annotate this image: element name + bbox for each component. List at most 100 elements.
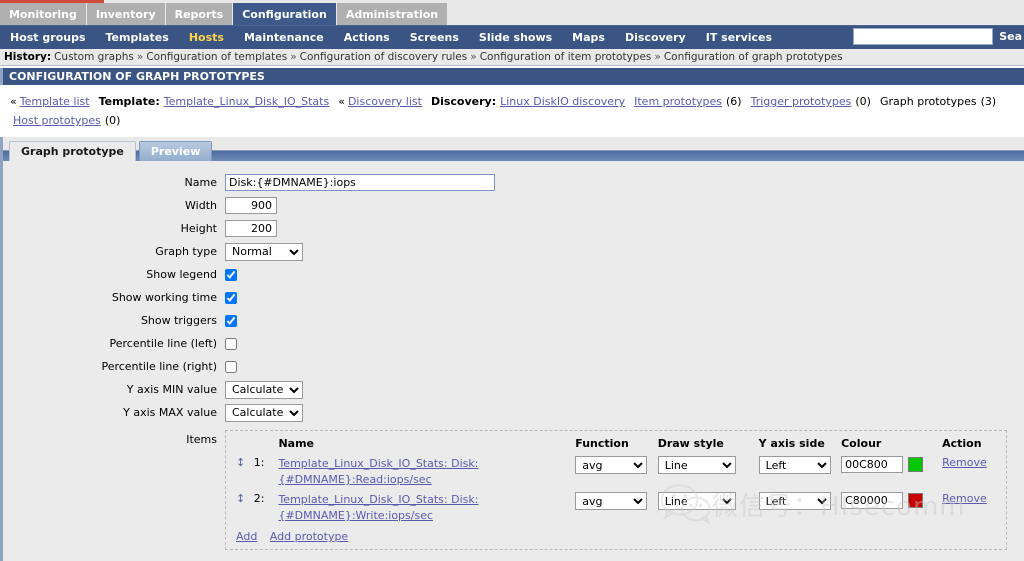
- show-working-time-label: Show working time: [111, 291, 217, 304]
- back-arrow-icon: «: [10, 95, 17, 108]
- history-item[interactable]: Configuration of templates: [146, 51, 287, 63]
- y-axis-max-select[interactable]: CalculatedFixedItem: [225, 403, 303, 422]
- item-name-cell: Template_Linux_Disk_IO_Stats: Disk: {#DMN…: [274, 490, 571, 526]
- percentile-left-label: Percentile line (left): [109, 337, 217, 350]
- item-name-link-cont[interactable]: {#DMNAME}:Write:iops/sec: [278, 508, 567, 524]
- tab-graph-prototype[interactable]: Graph prototype: [9, 141, 136, 161]
- tab-preview[interactable]: Preview: [138, 141, 213, 161]
- draw-style-select-2[interactable]: LineFilled regionBold lineDotDashed line…: [657, 492, 736, 510]
- page-title: CONFIGURATION OF GRAPH PROTOTYPES: [0, 68, 1024, 85]
- name-label: Name: [184, 176, 217, 189]
- submenu-item-maintenance[interactable]: Maintenance: [234, 31, 334, 44]
- template-label: Template:: [98, 95, 160, 108]
- discovery-list-link[interactable]: Discovery list: [348, 95, 422, 108]
- item-name-link[interactable]: Template_Linux_Disk_IO_Stats: Disk:: [278, 456, 567, 472]
- menu-item-label: Monitoring: [9, 7, 77, 21]
- menu-item-inventory[interactable]: Inventory: [86, 3, 166, 25]
- history-separator: »: [136, 51, 144, 63]
- submenu-item-templates[interactable]: Templates: [96, 31, 179, 44]
- host-prototypes-count: (0): [104, 114, 121, 127]
- item-name-link-cont[interactable]: {#DMNAME}:Read:iops/sec: [278, 472, 567, 488]
- menu-item-label: Inventory: [95, 7, 156, 21]
- history-item[interactable]: Configuration of graph prototypes: [664, 51, 843, 63]
- colour-input-1[interactable]: [841, 456, 904, 473]
- header-colour: Colour: [841, 437, 882, 450]
- y-axis-min-select[interactable]: CalculatedFixedItem: [225, 380, 303, 399]
- item-name-cell: Template_Linux_Disk_IO_Stats: Disk: {#DMN…: [274, 454, 571, 490]
- drag-handle-icon[interactable]: ↕: [236, 456, 245, 469]
- submenu-item-host-groups[interactable]: Host groups: [0, 31, 96, 44]
- submenu-item-screens[interactable]: Screens: [400, 31, 469, 44]
- header-name: Name: [278, 437, 315, 450]
- items-add-links: Add Add prototype: [232, 526, 1000, 543]
- search-button[interactable]: Sea: [997, 28, 1024, 45]
- colour-input-2[interactable]: [841, 492, 904, 509]
- submenu-item-it-services[interactable]: IT services: [696, 31, 782, 44]
- history-breadcrumb: History: Custom graphs» Configuration of …: [0, 49, 1024, 66]
- main-menu-bar: Monitoring Inventory Reports Configuration A…: [0, 3, 1024, 25]
- menu-item-monitoring[interactable]: Monitoring: [0, 3, 87, 25]
- table-row: ↕ 2: Template_Linux_Disk_IO_Stats: Disk: {#…: [232, 490, 1000, 526]
- show-working-time-checkbox[interactable]: [225, 291, 237, 304]
- field-row-items: Items Name Function Draw style Y axis si…: [3, 430, 1024, 550]
- trigger-prototypes-link[interactable]: Trigger prototypes: [751, 95, 852, 108]
- item-name-link[interactable]: Template_Linux_Disk_IO_Stats: Disk:: [278, 492, 567, 508]
- graph-type-select[interactable]: NormalStackedPieExploded: [225, 242, 303, 261]
- history-separator: »: [290, 51, 297, 63]
- name-input[interactable]: [225, 174, 495, 191]
- field-row-show-legend: Show legend: [3, 263, 1024, 286]
- field-row-show-working-time: Show working time: [3, 286, 1024, 309]
- y-axis-side-select-2[interactable]: LeftRight: [758, 492, 831, 510]
- menu-item-administration[interactable]: Administration: [336, 3, 449, 25]
- history-label: History:: [4, 51, 52, 63]
- history-item[interactable]: Configuration of item prototypes: [480, 51, 652, 63]
- submenu-item-discovery[interactable]: Discovery: [615, 31, 696, 44]
- header-draw-style: Draw style: [657, 437, 724, 450]
- history-item[interactable]: Configuration of discovery rules: [300, 51, 468, 63]
- graph-prototypes-count: (3): [980, 95, 997, 108]
- drag-handle-icon[interactable]: ↕: [236, 492, 245, 505]
- remove-link-2[interactable]: Remove: [942, 492, 987, 505]
- history-item[interactable]: Custom graphs: [54, 51, 134, 63]
- field-row-y-axis-min: Y axis MIN value CalculatedFixedItem: [3, 378, 1024, 401]
- search-input[interactable]: [853, 28, 994, 45]
- discovery-name-link[interactable]: Linux DiskIO discovery: [500, 95, 625, 108]
- y-axis-side-select-1[interactable]: LeftRight: [758, 456, 831, 474]
- percentile-left-checkbox[interactable]: [225, 337, 237, 350]
- function-select-1[interactable]: allminavgmax: [575, 456, 648, 474]
- percentile-right-checkbox[interactable]: [225, 360, 237, 373]
- host-prototypes-link[interactable]: Host prototypes: [13, 114, 101, 127]
- breadcrumb: « Template list Template: Template_Linux…: [0, 85, 1024, 137]
- colour-swatch-2[interactable]: [908, 493, 924, 508]
- field-row-percentile-right: Percentile line (right): [3, 355, 1024, 378]
- template-name-link[interactable]: Template_Linux_Disk_IO_Stats: [164, 95, 329, 108]
- field-row-y-axis-max: Y axis MAX value CalculatedFixedItem: [3, 401, 1024, 424]
- submenu-item-hosts[interactable]: Hosts: [179, 31, 234, 44]
- width-input[interactable]: [225, 197, 277, 214]
- show-legend-checkbox[interactable]: [225, 268, 237, 281]
- zabbix-page: Monitoring Inventory Reports Configuration A…: [0, 0, 1024, 561]
- header-function: Function: [575, 437, 629, 450]
- sub-menu-bar: Host groups Templates Hosts Maintenance Acti…: [0, 25, 1024, 49]
- item-index: 2:: [253, 492, 265, 505]
- height-label: Height: [180, 222, 217, 235]
- menu-item-configuration[interactable]: Configuration: [233, 3, 337, 25]
- field-row-width: Width: [3, 194, 1024, 217]
- add-prototype-link[interactable]: Add prototype: [270, 530, 348, 543]
- remove-link-1[interactable]: Remove: [942, 456, 987, 469]
- back-arrow-icon-2: «: [338, 95, 345, 108]
- draw-style-select-1[interactable]: LineFilled regionBold lineDotDashed line…: [657, 456, 736, 474]
- history-separator: »: [470, 51, 477, 63]
- submenu-item-actions[interactable]: Actions: [334, 31, 400, 44]
- height-input[interactable]: [225, 220, 277, 237]
- function-select-2[interactable]: allminavgmax: [575, 492, 648, 510]
- show-triggers-checkbox[interactable]: [225, 314, 237, 327]
- add-link[interactable]: Add: [236, 530, 257, 543]
- submenu-item-slide-shows[interactable]: Slide shows: [469, 31, 562, 44]
- menu-item-label: Administration: [345, 7, 439, 21]
- item-prototypes-link[interactable]: Item prototypes: [634, 95, 722, 108]
- template-list-link[interactable]: Template list: [20, 95, 90, 108]
- menu-item-reports[interactable]: Reports: [165, 3, 234, 25]
- submenu-item-maps[interactable]: Maps: [562, 31, 615, 44]
- colour-swatch-1[interactable]: [908, 457, 924, 472]
